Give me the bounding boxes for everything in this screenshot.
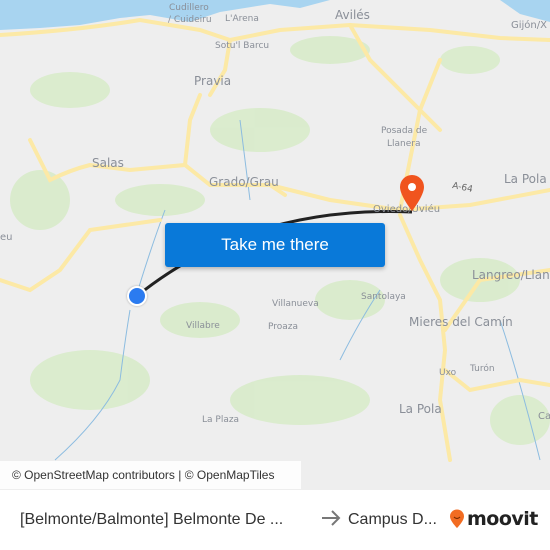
map-label-proaza: Proaza: [268, 322, 299, 332]
map-label-gijon: Gijón/X: [511, 20, 547, 31]
map-label-posada: Posada de: [381, 126, 428, 136]
map-label-llanera: Llanera: [387, 139, 421, 149]
map-label-la-pola-south: La Pola: [399, 402, 442, 416]
map-label-uxo: Uxo: [439, 368, 457, 378]
map-label-cuideiru: / Cuideiru: [168, 15, 212, 25]
map-label-la-pola-east: La Pola: [504, 172, 547, 186]
map-label-la-plaza: La Plaza: [202, 415, 240, 425]
map-label-pravia: Pravia: [194, 74, 232, 88]
map-label-ca: Ca: [538, 411, 550, 422]
moovit-brand-text: moovit: [467, 508, 538, 530]
map-label-grado: Grado/Grau: [209, 175, 279, 189]
route-footer: [Belmonte/Balmonte] Belmonte De ... Camp…: [0, 490, 550, 550]
osm-attribution-link[interactable]: © OpenStreetMap contributors: [12, 468, 175, 482]
omt-attribution-link[interactable]: © OpenMapTiles: [185, 468, 275, 482]
map-view[interactable]: Cudillero / Cuideiru L'Arena Sotu'l Barc…: [0, 0, 550, 490]
map-label-cudillero: Cudillero: [169, 3, 209, 13]
destination-pin-icon[interactable]: [398, 174, 426, 212]
moovit-logo[interactable]: moovit: [449, 508, 538, 530]
arrow-right-icon: [322, 510, 341, 526]
map-label-aviles: Avilés: [335, 8, 370, 22]
moovit-pin-icon: [450, 509, 464, 528]
map-label-mieres: Mieres del Camín: [409, 315, 513, 329]
map-label-salas: Salas: [92, 156, 124, 170]
map-label-larena: L'Arena: [225, 14, 259, 24]
map-label-villanueva: Villanueva: [272, 299, 319, 309]
map-label-langreo: Langreo/Llan: [472, 268, 550, 282]
map-label-villabre: Villabre: [186, 321, 220, 331]
map-attribution: © OpenStreetMap contributors | © OpenMap…: [0, 461, 301, 489]
origin-marker[interactable]: [127, 286, 147, 306]
map-label-santolaya: Santolaya: [361, 292, 406, 302]
sea: [0, 0, 550, 30]
destination-name: Campus D...: [348, 511, 437, 528]
map-label-turon: Turón: [470, 364, 495, 374]
origin-stop-name: [Belmonte/Balmonte] Belmonte De ...: [20, 511, 284, 528]
take-me-there-button[interactable]: Take me there: [165, 223, 385, 267]
map-label-sotul-barcu: Sotu'l Barcu: [215, 41, 270, 51]
map-label-left-edge: eu: [0, 232, 13, 243]
attribution-separator: |: [174, 468, 185, 482]
